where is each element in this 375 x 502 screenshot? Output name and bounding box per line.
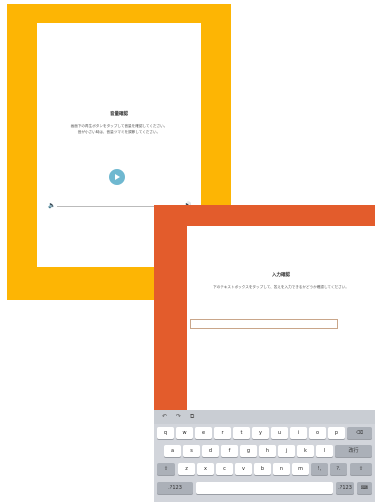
key-x[interactable]: x — [197, 463, 214, 475]
on-screen-keyboard: ↶ ↷ ⧉ q w e r t y u i o p ⌫ a s d f g h … — [154, 410, 375, 502]
paste-icon[interactable]: ⧉ — [190, 413, 194, 421]
key-q[interactable]: q — [157, 427, 174, 439]
key-k[interactable]: k — [297, 445, 314, 457]
shift-key[interactable]: ⇧ — [157, 463, 175, 475]
numbers-switch-key[interactable]: .?123 — [157, 482, 193, 494]
period-key[interactable]: ?. — [330, 463, 347, 475]
key-w[interactable]: w — [176, 427, 193, 439]
key-m[interactable]: m — [292, 463, 309, 475]
key-r[interactable]: r — [214, 427, 231, 439]
backspace-key[interactable]: ⌫ — [347, 427, 372, 439]
return-key[interactable]: 改行 — [335, 445, 372, 457]
key-o[interactable]: o — [309, 427, 326, 439]
key-e[interactable]: e — [195, 427, 212, 439]
key-h[interactable]: h — [259, 445, 276, 457]
instruction-text: 下のテキストボックスをタップして、答えを入力できるかどうか確認してください。 — [213, 285, 349, 289]
key-d[interactable]: d — [202, 445, 219, 457]
key-z[interactable]: z — [178, 463, 195, 475]
instruction-text: 画面下の再生ボタンをタップして音量を確認してください。 — [70, 124, 168, 128]
undo-icon[interactable]: ↶ — [162, 413, 167, 420]
key-i[interactable]: i — [290, 427, 307, 439]
shift-right-key[interactable]: ⇧ — [350, 463, 372, 475]
key-y[interactable]: y — [252, 427, 269, 439]
speaker-low-icon: 🔈 — [48, 202, 56, 209]
page-title: 入力確認 — [272, 273, 290, 278]
key-f[interactable]: f — [221, 445, 238, 457]
key-b[interactable]: b — [254, 463, 271, 475]
key-s[interactable]: s — [183, 445, 200, 457]
instruction-text-2: 音が小さい時は、音量ツマミを調節してください。 — [77, 130, 161, 134]
play-button[interactable] — [109, 169, 125, 185]
key-t[interactable]: t — [233, 427, 250, 439]
key-c[interactable]: c — [216, 463, 233, 475]
key-a[interactable]: a — [164, 445, 181, 457]
key-g[interactable]: g — [240, 445, 257, 457]
key-u[interactable]: u — [271, 427, 288, 439]
hide-keyboard-key[interactable]: ⌨ — [357, 482, 372, 494]
space-bar[interactable] — [196, 482, 333, 494]
comma-key[interactable]: !, — [311, 463, 328, 475]
answer-input[interactable] — [190, 319, 338, 329]
key-j[interactable]: j — [278, 445, 295, 457]
key-v[interactable]: v — [235, 463, 252, 475]
key-p[interactable]: p — [328, 427, 345, 439]
key-n[interactable]: n — [273, 463, 290, 475]
page-title: 音量確認 — [110, 112, 128, 117]
keyboard-toolbar: ↶ ↷ ⧉ — [154, 410, 375, 424]
redo-icon[interactable]: ↷ — [176, 413, 181, 420]
numbers-switch-right-key[interactable]: .?123 — [336, 482, 354, 494]
key-l[interactable]: l — [316, 445, 333, 457]
